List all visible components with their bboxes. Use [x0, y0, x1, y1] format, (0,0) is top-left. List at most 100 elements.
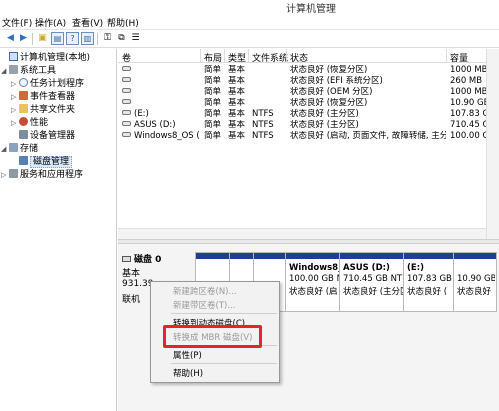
partition-band [254, 253, 285, 259]
drive-icon [122, 88, 131, 93]
toolbar-separator [97, 33, 98, 45]
menu-item-new-spanned-volume[interactable]: 新建跨区卷(N)... [173, 285, 237, 297]
column-header-status[interactable]: 状态 [290, 51, 308, 64]
computer-icon [9, 52, 18, 61]
drive-icon [122, 99, 131, 104]
volume-row[interactable]: 简单 基本 状态良好 (恢复分区) 1000 MB [118, 65, 499, 76]
tree-item-disk-management[interactable]: 磁盘管理 [11, 156, 73, 168]
partition-title: Windows8_ [289, 263, 339, 273]
window-title: 计算机管理 [286, 4, 336, 15]
menu-item-new-striped-volume[interactable]: 新建带区卷(T)... [173, 299, 235, 311]
partition-status: 状态良好 ( [407, 287, 448, 297]
volume-row[interactable]: 简单 基本 状态良好 (EFI 系统分区) 260 MB [118, 76, 499, 87]
menu-bar: 文件(F) 操作(A) 查看(V) 帮助(H) [0, 14, 499, 30]
column-header-capacity[interactable]: 容量 [450, 51, 468, 64]
expand-icon[interactable]: ▷ [1, 169, 9, 181]
volume-row[interactable]: (E:) 简单 基本 NTFS 状态良好 (主分区) 107.83 GB [118, 109, 499, 120]
menu-item-help[interactable]: 帮助(H) [173, 367, 203, 379]
volume-list-vertical-scrollbar[interactable] [486, 49, 499, 239]
navigation-tree: 计算机管理(本地) ◢ 系统工具 ▷ 任务计划程序 ▷ 事件查看器 ▷ 共享文件夹 ▷ 性… [0, 49, 117, 411]
properties-icon[interactable]: ▤ [51, 32, 64, 45]
partition-band [454, 253, 496, 259]
disk-name: 磁盘 0 [134, 255, 162, 265]
column-divider [446, 49, 447, 63]
volume-row[interactable]: 简单 基本 状态良好 (恢复分区) 10.90 GB [118, 98, 499, 109]
tree-item-performance[interactable]: ▷ 性能 [11, 117, 48, 129]
red-highlight-box [163, 325, 262, 348]
tree-item-shared-folders[interactable]: ▷ 共享文件夹 [11, 104, 75, 116]
expand-icon[interactable]: ▷ [11, 91, 19, 103]
column-header-type[interactable]: 类型 [228, 51, 246, 64]
partition-band [196, 253, 229, 259]
partition-block[interactable]: (E:) 107.83 GB 状态良好 ( [404, 253, 454, 311]
menu-file[interactable]: 文件(F) [2, 16, 32, 29]
column-header-volume[interactable]: 卷 [122, 51, 131, 64]
drive-icon [122, 121, 131, 126]
partition-size: 100.00 GB N [289, 274, 339, 284]
drive-icon [122, 77, 131, 82]
shared-folder-icon [19, 104, 28, 113]
volume-row[interactable]: ASUS (D:) 简单 基本 NTFS 状态良好 (主分区) 710.45 G… [118, 120, 499, 131]
partition-size: 710.45 GB NTFS [343, 274, 403, 284]
forward-arrow-icon[interactable]: ▶ [17, 32, 30, 45]
column-header-filesystem[interactable]: 文件系统 [252, 51, 288, 64]
expand-icon[interactable]: ▷ [11, 78, 19, 90]
partition-band [230, 253, 253, 259]
partition-status: 状态良好 (启 [289, 287, 338, 297]
toolbar: ◀ ▶ ▣ ▤ ? ▥ ⚿ ⧉ ☰ [0, 30, 499, 48]
tree-item-storage[interactable]: ◢ 存储 [1, 143, 38, 155]
partition-size: 107.83 GB [407, 274, 452, 284]
tree-item-computer-management[interactable]: 计算机管理(本地) [1, 52, 90, 64]
menu-action[interactable]: 操作(A) [35, 16, 66, 29]
storage-icon [9, 143, 18, 152]
disk-size: 931.39 [122, 279, 154, 289]
drive-icon [122, 110, 131, 115]
partition-block[interactable]: Windows8_ 100.00 GB N 状态良好 (启 [286, 253, 340, 311]
tree-item-services-and-apps[interactable]: ▷ 服务和应用程序 [1, 169, 83, 181]
folder-up-icon[interactable]: ▣ [36, 32, 49, 45]
list-icon[interactable]: ☰ [129, 32, 142, 45]
partition-band [404, 253, 453, 259]
partition-size: 10.90 GB [457, 274, 495, 284]
event-viewer-icon [19, 91, 28, 100]
volume-row[interactable]: Windows8_OS (C:) 简单 基本 NTFS 状态良好 (启动, 页面… [118, 131, 499, 142]
drive-icon [122, 66, 131, 71]
tree-item-task-scheduler[interactable]: ▷ 任务计划程序 [11, 78, 84, 90]
volume-list: 卷 布局 类型 文件系统 状态 容量 简单 基本 状态良好 (恢复分区) 100… [118, 49, 499, 239]
toolbar-separator [32, 33, 33, 45]
partition-block[interactable]: ASUS (D:) 710.45 GB NTFS 状态良好 (主分区) [340, 253, 404, 311]
performance-icon [19, 117, 28, 126]
menu-separator [171, 313, 277, 314]
partition-title: (E:) [407, 263, 424, 273]
partition-band [286, 253, 339, 259]
back-arrow-icon[interactable]: ◀ [4, 32, 17, 45]
volume-row[interactable]: 简单 基本 状态良好 (OEM 分区) 1000 MB [118, 87, 499, 98]
volume-list-header: 卷 布局 类型 文件系统 状态 容量 [118, 49, 499, 64]
menu-help[interactable]: 帮助(H) [107, 16, 139, 29]
services-icon [9, 169, 18, 178]
partition-title: ASUS (D:) [343, 263, 390, 273]
partition-status: 状态良好 [457, 287, 492, 297]
column-divider [224, 49, 225, 63]
clock-icon [19, 78, 28, 87]
collapse-icon[interactable]: ◢ [1, 143, 9, 155]
column-header-layout[interactable]: 布局 [204, 51, 222, 64]
panel-icon[interactable]: ▥ [81, 32, 94, 45]
disk-state: 联机 [122, 295, 141, 305]
menu-view[interactable]: 查看(V) [72, 16, 103, 29]
title-bar: 计算机管理 [0, 0, 499, 15]
tree-item-event-viewer[interactable]: ▷ 事件查看器 [11, 91, 75, 103]
menu-separator [171, 363, 277, 364]
expand-icon[interactable]: ▷ [11, 104, 19, 116]
tree-item-device-manager[interactable]: 设备管理器 [11, 130, 75, 142]
disk-type: 基本 [122, 269, 141, 279]
connect-icon[interactable]: ⚿ [101, 32, 114, 45]
volume-list-horizontal-scrollbar[interactable] [118, 228, 486, 239]
tree-item-system-tools[interactable]: ◢ 系统工具 [1, 65, 56, 77]
partition-block[interactable]: 10.90 GB 状态良好 [454, 253, 496, 311]
expand-icon[interactable]: ▷ [11, 117, 19, 129]
export-icon[interactable]: ⧉ [115, 32, 128, 45]
collapse-icon[interactable]: ◢ [1, 65, 9, 77]
help-icon[interactable]: ? [66, 32, 79, 45]
menu-item-properties[interactable]: 属性(P) [173, 349, 202, 361]
